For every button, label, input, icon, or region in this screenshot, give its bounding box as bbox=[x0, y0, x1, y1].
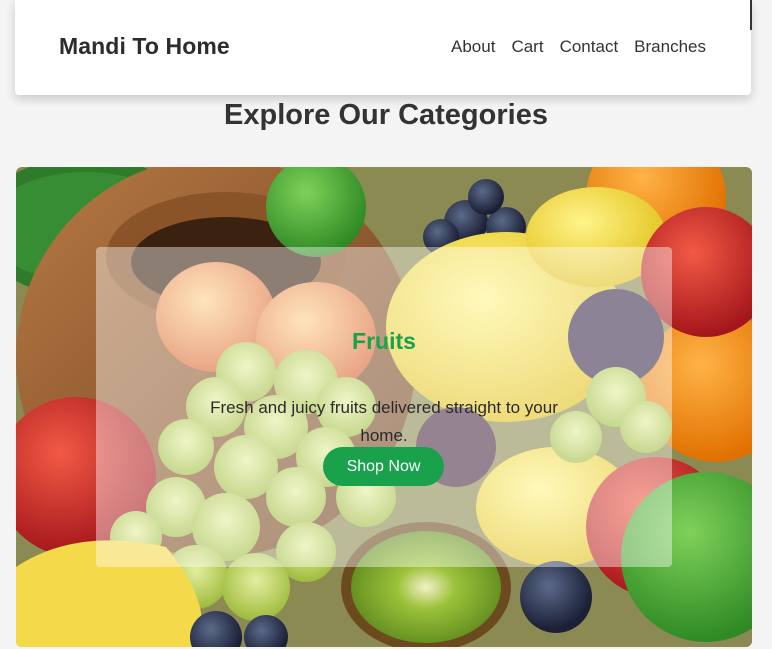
nav-link-cart[interactable]: Cart bbox=[511, 37, 543, 57]
scrollbar-edge bbox=[750, 0, 752, 30]
brand-logo-text[interactable]: Mandi To Home bbox=[59, 33, 230, 60]
category-card-fruits: Fruits Fresh and juicy fruits delivered … bbox=[16, 167, 752, 647]
nav-links: About Cart Contact Branches bbox=[451, 37, 706, 57]
category-title: Fruits bbox=[352, 328, 416, 354]
top-navbar: Mandi To Home About Cart Contact Branche… bbox=[15, 0, 752, 95]
category-overlay: Fruits Fresh and juicy fruits delivered … bbox=[96, 247, 672, 567]
section-title: Explore Our Categories bbox=[224, 99, 548, 131]
nav-link-contact[interactable]: Contact bbox=[560, 37, 619, 57]
shop-now-button[interactable]: Shop Now bbox=[323, 447, 444, 486]
category-description: Fresh and juicy fruits delivered straigh… bbox=[210, 398, 558, 445]
nav-link-about[interactable]: About bbox=[451, 37, 495, 57]
nav-link-branches[interactable]: Branches bbox=[634, 37, 706, 57]
